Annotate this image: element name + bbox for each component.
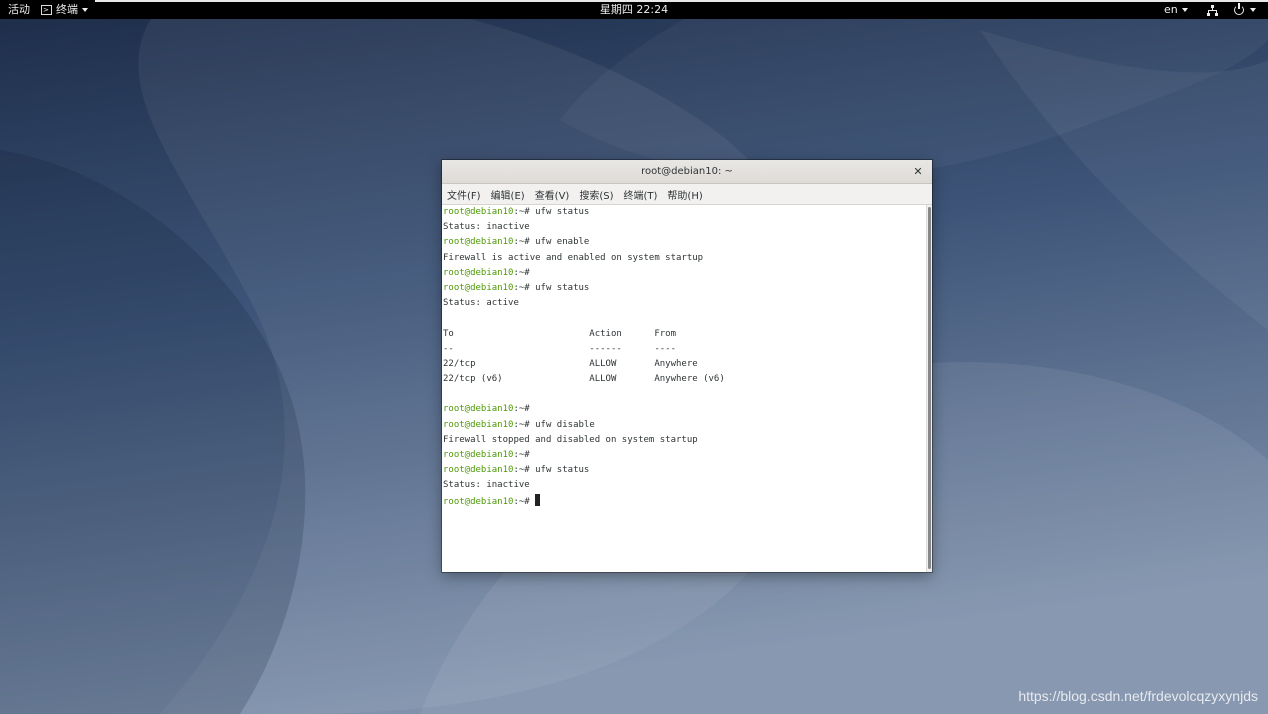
prompt-suffix: :~# (513, 419, 530, 430)
prompt-user-host: root@debian10 (443, 267, 514, 278)
window-titlebar[interactable]: root@debian10: ~ ✕ (442, 160, 932, 184)
output-text: Firewall is active and enabled on system… (443, 252, 704, 263)
scrollbar[interactable] (926, 205, 932, 572)
system-menu[interactable] (1234, 0, 1256, 19)
prompt-user-host: root@debian10 (443, 465, 514, 476)
command-text: ufw enable (529, 237, 590, 248)
top-bar: 活动 终端 星期四 22:24 en (0, 0, 1268, 19)
text-cursor (535, 493, 541, 506)
prompt-user-host: root@debian10 (443, 237, 514, 248)
terminal-line: root@debian10:~# ufw status (442, 281, 926, 296)
prompt-suffix: :~# (513, 450, 530, 460)
terminal-line: 22/tcp ALLOW Anywhere (442, 357, 926, 372)
command-text: ufw disable (529, 419, 595, 430)
output-text: -- ------ ---- (443, 343, 676, 354)
command-text: ufw status (529, 282, 590, 293)
terminal-line: Status: active (442, 296, 926, 311)
app-name: 终端 (56, 3, 78, 16)
window-title: root@debian10: ~ (641, 166, 733, 177)
output-text: Status: active (443, 298, 519, 309)
terminal-line: root@debian10:~# (442, 402, 926, 417)
prompt-suffix: :~# (513, 237, 530, 248)
network-status[interactable] (1207, 0, 1218, 19)
output-text: Status: inactive (443, 222, 530, 233)
scrollbar-thumb[interactable] (928, 207, 931, 569)
menu-edit[interactable]: 编辑(E) (491, 187, 525, 202)
terminal-icon (41, 4, 52, 15)
close-icon[interactable]: ✕ (912, 160, 924, 184)
terminal-line: -- ------ ---- (442, 342, 926, 357)
chevron-down-icon (82, 7, 88, 12)
menu-terminal[interactable]: 终端(T) (624, 187, 658, 202)
terminal-output[interactable]: root@debian10:~# ufw status Status: inact… (442, 205, 926, 572)
prompt-suffix: :~# (513, 404, 530, 415)
network-icon (1207, 4, 1218, 16)
terminal-line: root@debian10:~# ufw status (442, 205, 926, 220)
language-label: en (1164, 3, 1178, 16)
prompt-suffix: :~# (513, 496, 530, 507)
terminal-line: root@debian10:~# (442, 266, 926, 281)
prompt-user-host: root@debian10 (443, 496, 514, 507)
activities-button[interactable]: 活动 (8, 0, 30, 19)
clock[interactable]: 星期四 22:24 (600, 3, 668, 16)
terminal-line: To Action From (442, 327, 926, 342)
terminal-line: Firewall is active and enabled on system… (442, 251, 926, 266)
watermark: https://blog.csdn.net/frdevolcqzyxynjds (1018, 688, 1258, 704)
menu-search[interactable]: 搜索(S) (579, 187, 613, 202)
output-text: Status: inactive (443, 480, 530, 491)
terminal-line: Status: inactive (442, 478, 926, 493)
chevron-down-icon (1181, 8, 1188, 12)
menu-view[interactable]: 查看(V) (535, 187, 570, 202)
output-text: Firewall stopped and disabled on system … (443, 434, 698, 445)
prompt-suffix: :~# (513, 465, 530, 476)
app-menu[interactable]: 终端 (41, 0, 88, 19)
menu-file[interactable]: 文件(F) (447, 187, 481, 202)
output-text: To Action From (443, 328, 676, 339)
terminal-line: Status: inactive (442, 220, 926, 235)
prompt-suffix: :~# (513, 282, 530, 293)
terminal-window: root@debian10: ~ ✕ 文件(F) 编辑(E) 查看(V) 搜索(… (442, 160, 932, 572)
prompt-suffix: :~# (513, 267, 530, 278)
command-text: ufw status (529, 207, 590, 217)
command-text: ufw status (529, 465, 590, 476)
terminal-line: root@debian10:~# (442, 448, 926, 463)
power-icon (1234, 3, 1244, 15)
output-text: 22/tcp ALLOW Anywhere (443, 358, 698, 369)
language-selector[interactable]: en (1164, 0, 1188, 19)
prompt-user-host: root@debian10 (443, 207, 514, 217)
terminal-line: root@debian10:~# (442, 493, 926, 509)
menu-help[interactable]: 帮助(H) (667, 187, 702, 202)
top-edge-highlight (95, 0, 1268, 2)
output-text: 22/tcp (v6) ALLOW Anywhere (v6) (443, 374, 725, 385)
prompt-user-host: root@debian10 (443, 404, 514, 415)
prompt-suffix: :~# (513, 207, 530, 217)
terminal-line: root@debian10:~# ufw enable (442, 235, 926, 250)
terminal-line: 22/tcp (v6) ALLOW Anywhere (v6) (442, 372, 926, 387)
prompt-user-host: root@debian10 (443, 419, 514, 430)
prompt-user-host: root@debian10 (443, 450, 514, 460)
terminal-line: root@debian10:~# ufw disable (442, 418, 926, 433)
prompt-user-host: root@debian10 (443, 282, 514, 293)
terminal-line: Firewall stopped and disabled on system … (442, 433, 926, 448)
chevron-down-icon (1250, 8, 1256, 12)
terminal-line: root@debian10:~# ufw status (442, 463, 926, 478)
clock-container: 星期四 22:24 (0, 0, 1268, 19)
menu-bar: 文件(F) 编辑(E) 查看(V) 搜索(S) 终端(T) 帮助(H) (442, 184, 932, 205)
